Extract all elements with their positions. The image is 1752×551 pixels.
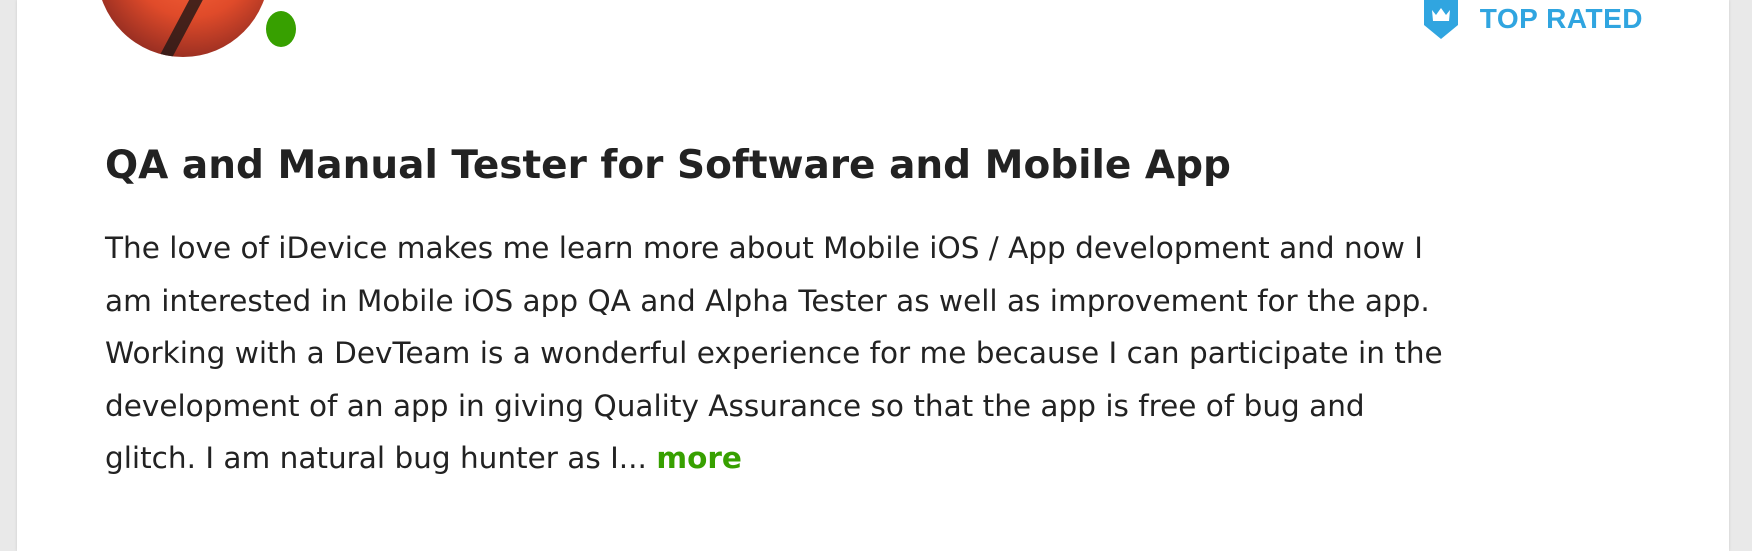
badge-label: TOP RATED [1479, 3, 1643, 34]
description-line-text: glitch. I am natural bug hunter as I... [105, 441, 647, 475]
description-line: The love of iDevice makes me learn more … [105, 231, 1423, 265]
description-line: development of an app in giving Quality … [105, 388, 1365, 423]
description-line-last: glitch. I am natural bug hunter as I... … [105, 432, 1625, 485]
more-link[interactable]: more [656, 441, 742, 475]
crown-shield-icon [1423, 0, 1458, 39]
description-line: am interested in Mobile iOS app QA and A… [105, 283, 1430, 318]
online-status-dot [263, 8, 299, 50]
avatar[interactable] [97, 0, 269, 57]
freelancer-profile-card: TOP RATED QA and Manual Tester for Softw… [17, 0, 1729, 551]
profile-description: The love of iDevice makes me learn more … [105, 222, 1625, 485]
top-rated-badge: TOP RATED [1422, 0, 1643, 39]
description-line: Working with a DevTeam is a wonderful ex… [105, 336, 1443, 370]
avatar-photo-detail [154, 0, 222, 57]
profile-title: QA and Manual Tester for Software and Mo… [105, 143, 1231, 188]
